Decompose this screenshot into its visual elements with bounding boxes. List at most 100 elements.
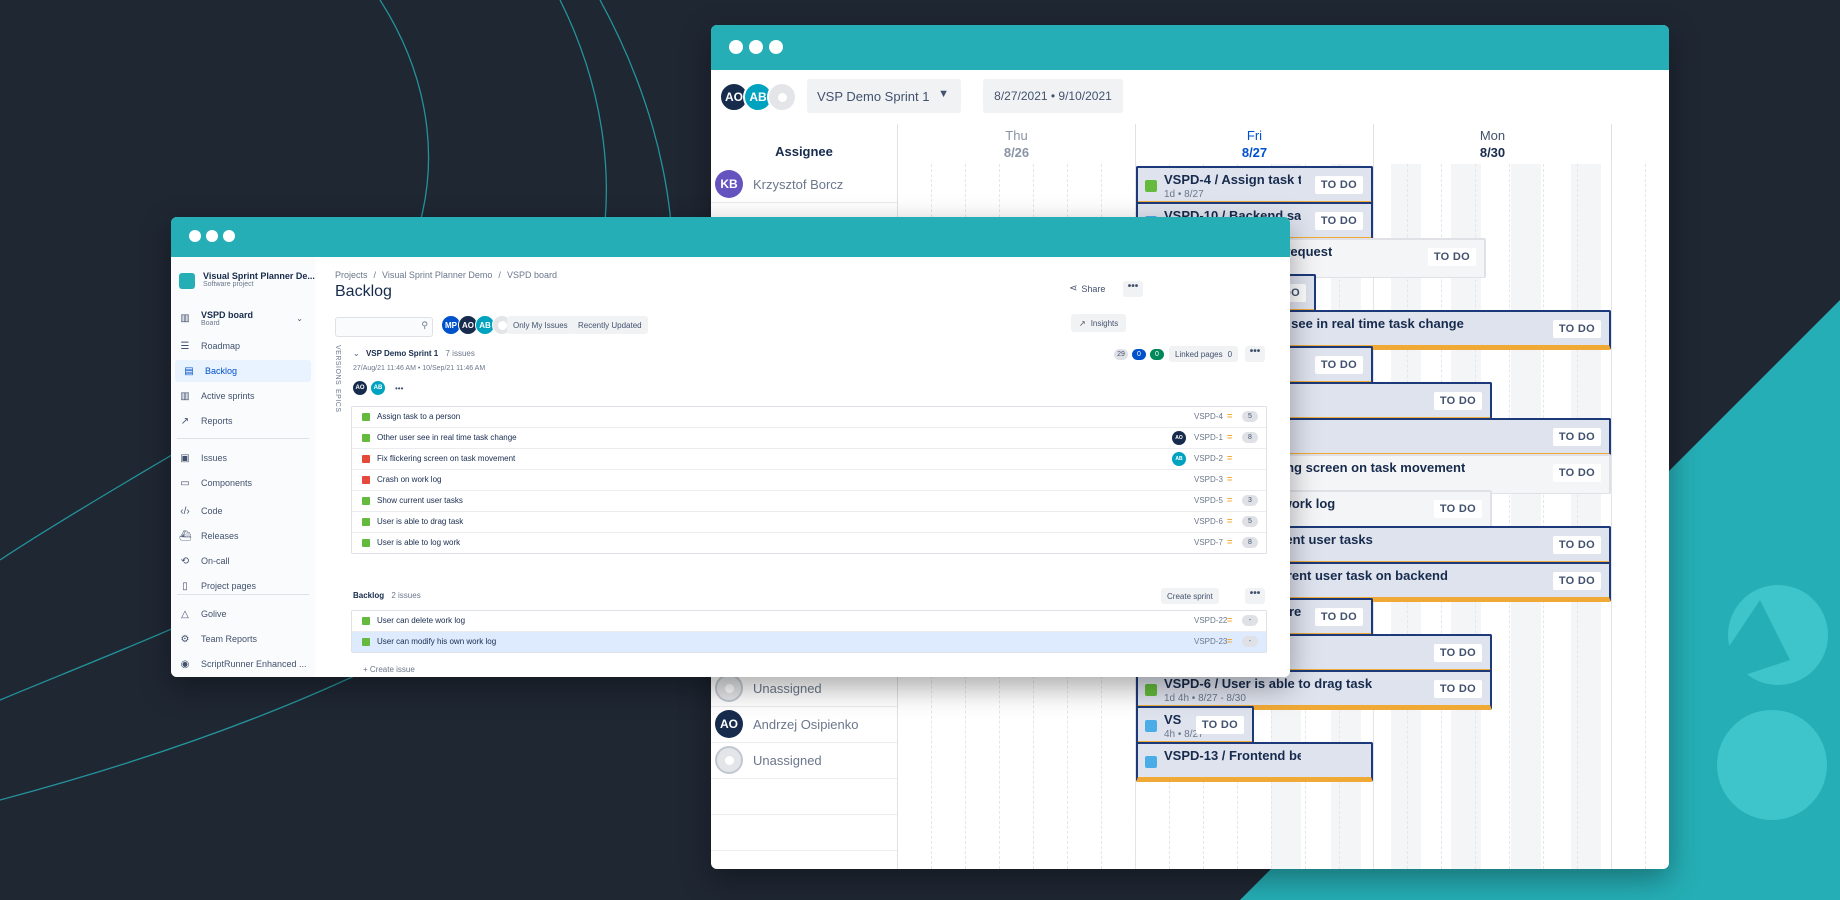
backlog-header[interactable]: Backlog 2 issues	[353, 591, 421, 600]
issue-summary: User can modify his own work log	[377, 637, 497, 646]
issue-key[interactable]: VSPD-23	[1194, 637, 1227, 646]
releases-icon: ⛴	[179, 530, 192, 542]
story-points-badge: -	[1242, 615, 1258, 626]
sidebar-item-roadmap[interactable]: ☰ Roadmap	[171, 335, 309, 357]
issue-row[interactable]: Assign task to a person VSPD-4 = 5	[352, 407, 1266, 428]
day-header-fri: Fri 8/27	[1135, 124, 1373, 164]
breadcrumb-item[interactable]: Projects	[335, 270, 368, 280]
task-status: TO DO	[1552, 572, 1601, 590]
board-type: Board	[201, 319, 220, 327]
unassigned-avatar-icon[interactable]	[767, 82, 797, 112]
search-icon: ⚲	[421, 320, 428, 330]
board-switcher[interactable]: ▥ VSPD board Board ⌄	[171, 305, 309, 331]
linked-pages-count: 0	[1227, 349, 1233, 359]
issue-row[interactable]: User can delete work log VSPD-22 = -	[352, 611, 1266, 632]
board-icon: ▥	[180, 390, 190, 402]
create-sprint-button[interactable]: Create sprint	[1161, 588, 1219, 604]
search-field[interactable]	[336, 320, 420, 337]
weekend-shading	[1571, 164, 1601, 869]
window-dot[interactable]	[223, 230, 235, 242]
story-points-badge: 5	[1242, 411, 1258, 422]
sidebar-item-components[interactable]: ▭ Components	[171, 472, 309, 494]
sidebar-divider	[177, 594, 309, 595]
issue-key[interactable]: VSPD-3	[1194, 475, 1223, 484]
assignee-row[interactable]: Unassigned	[715, 673, 895, 703]
more-icon[interactable]: •••	[395, 384, 403, 393]
window-dot[interactable]	[729, 40, 743, 54]
issue-key[interactable]: VSPD-2	[1194, 454, 1223, 463]
task-status: TO DO	[1433, 644, 1482, 662]
sidebar-item-team-reports[interactable]: ⚙ Team Reports	[171, 628, 309, 650]
avatar: KB	[715, 170, 743, 198]
recently-updated-filter[interactable]: Recently Updated	[572, 316, 648, 334]
create-issue-link[interactable]: + Create issue	[363, 665, 415, 674]
avatar[interactable]: AO	[353, 381, 367, 395]
versions-panel-toggle[interactable]: VERSIONS	[334, 345, 341, 385]
sidebar-item-label: Releases	[201, 531, 239, 541]
share-icon: ⋖	[1069, 283, 1078, 294]
project-icon	[179, 273, 195, 289]
issue-row[interactable]: User can modify his own work log VSPD-23 =…	[352, 632, 1266, 652]
window-dot[interactable]	[189, 230, 201, 242]
avatar[interactable]: AB	[371, 381, 385, 395]
date-range-picker[interactable]: 8/27/2021 • 9/10/2021	[983, 79, 1123, 113]
backlog-more-button[interactable]: •••	[1245, 588, 1265, 604]
window-dot[interactable]	[206, 230, 218, 242]
sidebar-item-scriptrunner-enhanced[interactable]: ◉ ScriptRunner Enhanced ...	[171, 653, 309, 675]
sidebar-item-label: Issues	[201, 453, 228, 463]
task-bar[interactable]: VSPD-13 / Frontend beh...	[1136, 742, 1373, 782]
sprint-header[interactable]: ⌄ VSP Demo Sprint 1 7 issues	[353, 349, 475, 358]
task-title: VSPD-13 / Frontend beh...	[1164, 748, 1301, 763]
sidebar-item-reports[interactable]: ↗ Reports	[171, 410, 309, 432]
project-header[interactable]: Visual Sprint Planner De... Software pro…	[179, 271, 315, 289]
row-divider	[711, 850, 897, 851]
issue-key[interactable]: VSPD-5	[1194, 496, 1223, 505]
grid-line	[1543, 164, 1544, 869]
issue-key[interactable]: VSPD-7	[1194, 538, 1223, 547]
window-dot[interactable]	[749, 40, 763, 54]
backlog-issue-count: 2 issues	[391, 591, 421, 600]
linked-pages-button[interactable]: Linked pages 0	[1169, 346, 1239, 362]
task-bar[interactable]: VSPD-4 / Assign task to ... 1d • 8/27 TO D…	[1136, 166, 1373, 206]
issue-key[interactable]: VSPD-6	[1194, 517, 1223, 526]
sidebar-item-code[interactable]: ‹/› Code	[171, 500, 309, 522]
grid-line	[1645, 164, 1646, 869]
sidebar-item-on-call[interactable]: ⟲ On-call	[171, 550, 309, 572]
issue-row[interactable]: Crash on work log VSPD-3 =	[352, 470, 1266, 491]
assignee-row[interactable]: KB Krzysztof Borcz	[715, 169, 895, 199]
issue-row[interactable]: Show current user tasks VSPD-5 = 3	[352, 491, 1266, 512]
issue-row[interactable]: User is able to log work VSPD-7 = 8	[352, 533, 1266, 553]
issue-row[interactable]: Other user see in real time task change A…	[352, 428, 1266, 449]
sidebar-item-releases[interactable]: ⛴ Releases	[171, 525, 309, 547]
team-reports-icon: ⚙	[180, 633, 190, 645]
assignee-row[interactable]: Unassigned	[715, 745, 895, 775]
epics-panel-toggle[interactable]: EPICS	[334, 389, 341, 413]
only-my-issues-filter[interactable]: Only My Issues	[507, 316, 574, 334]
share-button[interactable]: ⋖ Share	[1069, 283, 1105, 294]
breadcrumb-item[interactable]: Visual Sprint Planner Demo	[382, 270, 492, 280]
sprint-select[interactable]: VSP Demo Sprint 1 ▼	[807, 79, 961, 113]
assignee-row[interactable]: AO Andrzej Osipienko	[715, 709, 895, 739]
assignee-name: Andrzej Osipienko	[753, 716, 859, 732]
story-type-icon	[362, 638, 370, 646]
task-bar[interactable]: VSPD-12 / Backend save4h • 8/27TO DO	[1136, 706, 1254, 746]
more-actions-button[interactable]: •••	[1123, 281, 1143, 297]
search-input[interactable]: ⚲	[335, 317, 433, 337]
sprint-more-button[interactable]: •••	[1245, 346, 1265, 362]
sidebar-item-backlog[interactable]: ▤ Backlog	[175, 360, 311, 382]
issue-row[interactable]: User is able to drag task VSPD-6 = 5	[352, 512, 1266, 533]
breadcrumb-item[interactable]: VSPD board	[507, 270, 557, 280]
issue-key[interactable]: VSPD-1	[1194, 433, 1223, 442]
sidebar-item-golive[interactable]: △ Golive	[171, 603, 309, 625]
issue-key[interactable]: VSPD-4	[1194, 412, 1223, 421]
window-dot[interactable]	[769, 40, 783, 54]
estimate-pill: 0	[1150, 349, 1164, 360]
insights-button[interactable]: ↗ Insights	[1071, 314, 1127, 332]
row-divider	[711, 706, 897, 707]
task-title: VSPD-4 / Assign task to ...	[1164, 172, 1301, 187]
sidebar-item-active-sprints[interactable]: ▥ Active sprints	[171, 385, 309, 407]
sprint-dates: 27/Aug/21 11:46 AM • 10/Sep/21 11:46 AM	[353, 365, 486, 372]
sidebar-item-issues[interactable]: ▣ Issues	[171, 447, 309, 469]
issue-row[interactable]: Fix flickering screen on task movement AB…	[352, 449, 1266, 470]
issue-key[interactable]: VSPD-22	[1194, 616, 1227, 625]
